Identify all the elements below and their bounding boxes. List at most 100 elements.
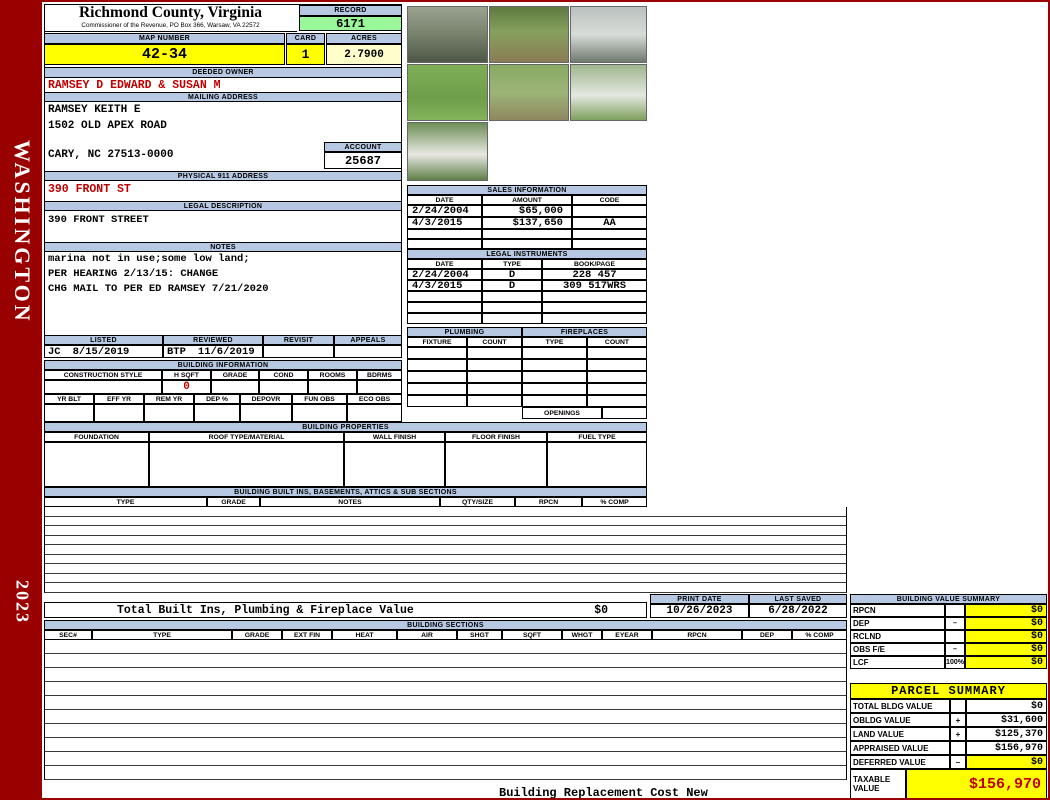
revisit-header: REVISIT bbox=[263, 335, 334, 345]
parcel-row-label: APPRAISED VALUE bbox=[850, 741, 950, 755]
legal-empty-cell bbox=[407, 291, 482, 302]
plumbing-col-fixture: FIXTURE bbox=[407, 337, 467, 347]
legal-col-type: TYPE bbox=[482, 259, 542, 269]
building-sections-empty-row bbox=[44, 654, 847, 668]
building-sections-empty-row bbox=[44, 682, 847, 696]
legal-empty-cell bbox=[407, 302, 482, 313]
deeded-owner-header: DEEDED OWNER bbox=[44, 67, 402, 78]
deeded-owner-name: RAMSEY D EDWARD & SUSAN M bbox=[48, 79, 221, 92]
taxable-value-amount: $156,970 bbox=[906, 769, 1047, 798]
bvs-row-label: RPCN bbox=[850, 604, 945, 617]
col-rooms: ROOMS bbox=[308, 370, 357, 380]
bi-col-qty: QTY/SIZE bbox=[440, 497, 515, 507]
notes-header: NOTES bbox=[44, 242, 402, 252]
fireplaces-empty-cell bbox=[522, 395, 587, 407]
legal-empty-cell bbox=[407, 313, 482, 324]
rooms-value bbox=[308, 380, 357, 394]
bvs-row-label: OBS F/E bbox=[850, 643, 945, 656]
fireplaces-empty-cell bbox=[522, 383, 587, 395]
physical-address-value: 390 FRONT ST bbox=[48, 183, 131, 196]
parcel-row-value: $125,370 bbox=[966, 727, 1047, 741]
sales-col-date: DATE bbox=[407, 195, 482, 205]
mailing-line-1: RAMSEY KEITH E bbox=[48, 104, 141, 116]
last-saved-header: LAST SAVED bbox=[749, 594, 847, 604]
legal-empty-cell bbox=[542, 291, 647, 302]
bi-col-rpcn: RPCN bbox=[515, 497, 582, 507]
parcel-row-op bbox=[950, 741, 966, 755]
building-properties-header: BUILDING PROPERTIES bbox=[44, 422, 647, 432]
record-header: RECORD bbox=[299, 5, 402, 16]
built-ins-empty-row bbox=[44, 583, 847, 593]
mailing-address-header: MAILING ADDRESS bbox=[44, 92, 402, 102]
building-sections-empty-row bbox=[44, 752, 847, 766]
bs-col-eyear: EYEAR bbox=[602, 630, 652, 640]
plumbing-empty-cell bbox=[407, 347, 467, 359]
legal-empty-cell bbox=[542, 313, 647, 324]
col-rem-yr: REM YR bbox=[144, 394, 194, 404]
bs-col-heat: HEAT bbox=[332, 630, 397, 640]
building-value-summary-header: BUILDING VALUE SUMMARY bbox=[850, 594, 1047, 604]
legal-empty-cell bbox=[482, 291, 542, 302]
foundation-value bbox=[44, 442, 149, 487]
bvs-row-op bbox=[945, 630, 965, 643]
fireplaces-empty-cell bbox=[587, 359, 647, 371]
legal-description-value: 390 FRONT STREET bbox=[48, 214, 149, 226]
bdrms-value bbox=[357, 380, 402, 394]
parcel-row-value: $0 bbox=[966, 755, 1047, 769]
listed-value: JC 8/15/2019 bbox=[44, 345, 163, 358]
property-photo-6 bbox=[570, 64, 647, 121]
bvs-row-op: – bbox=[945, 617, 965, 630]
eff-yr-value bbox=[94, 404, 144, 422]
fireplaces-empty-cell bbox=[522, 359, 587, 371]
col-foundation: FOUNDATION bbox=[44, 432, 149, 442]
plumbing-empty-cell bbox=[407, 371, 467, 383]
built-ins-total-label: Total Built Ins, Plumbing & Fireplace Va… bbox=[117, 603, 414, 617]
listed-header: LISTED bbox=[44, 335, 163, 345]
revisit-value bbox=[263, 345, 334, 358]
print-date-header: PRINT DATE bbox=[650, 594, 749, 604]
bs-col-shgt: SHGT bbox=[457, 630, 502, 640]
col-fuel-type: FUEL TYPE bbox=[547, 432, 647, 442]
building-sections-empty-row bbox=[44, 696, 847, 710]
legal-row-book: 228 457 bbox=[542, 269, 647, 281]
fireplaces-empty-cell bbox=[587, 383, 647, 395]
physical-address-header: PHYSICAL 911 ADDRESS bbox=[44, 171, 402, 181]
parcel-row-label: DEFERRED VALUE bbox=[850, 755, 950, 769]
reviewed-date: 11/6/2019 bbox=[197, 345, 255, 358]
sales-col-amount: AMOUNT bbox=[482, 195, 572, 205]
sales-row-date: 2/24/2004 bbox=[407, 205, 482, 217]
fireplaces-empty-cell bbox=[587, 347, 647, 359]
built-ins-empty-row bbox=[44, 573, 847, 583]
built-ins-empty-row bbox=[44, 545, 847, 555]
plumbing-empty-cell bbox=[467, 371, 522, 383]
banner-year-label: 2023 bbox=[12, 580, 33, 624]
sales-row-amount: $65,000 bbox=[482, 205, 572, 217]
building-replacement-cost-label: Building Replacement Cost New bbox=[499, 786, 708, 800]
notes-line-1: marina not in use;some low land; bbox=[48, 253, 250, 265]
building-sections-header: BUILDING SECTIONS bbox=[44, 620, 847, 630]
col-dep-pct: DEP % bbox=[194, 394, 240, 404]
col-depovr: DEPOVR bbox=[240, 394, 292, 404]
plumbing-empty-cell bbox=[407, 395, 467, 407]
bvs-row-label: LCF bbox=[850, 656, 945, 669]
plumbing-empty-cell bbox=[467, 395, 522, 407]
legal-instruments-header: LEGAL INSTRUMENTS bbox=[407, 249, 647, 259]
building-information-header: BUILDING INFORMATION bbox=[44, 360, 402, 370]
eco-obs-value bbox=[347, 404, 402, 422]
bvs-row-value: $0 bbox=[965, 630, 1047, 643]
parcel-row-op: + bbox=[950, 727, 966, 741]
bs-col-grade: GRADE bbox=[232, 630, 282, 640]
parcel-row-label: LAND VALUE bbox=[850, 727, 950, 741]
legal-empty-cell bbox=[542, 302, 647, 313]
parcel-row-value: $156,970 bbox=[966, 741, 1047, 755]
legal-row-date: 2/24/2004 bbox=[407, 269, 482, 281]
building-sections-empty-row bbox=[44, 766, 847, 780]
listed-date: 8/15/2019 bbox=[72, 345, 130, 358]
parcel-row-label: OBLDG VALUE bbox=[850, 713, 950, 727]
map-number-value: 42-34 bbox=[44, 44, 285, 65]
col-eff-yr: EFF YR bbox=[94, 394, 144, 404]
openings-value bbox=[602, 407, 647, 419]
parcel-summary-header: PARCEL SUMMARY bbox=[850, 683, 1047, 699]
reviewed-value: BTP 11/6/2019 bbox=[163, 345, 263, 358]
legal-row-type: D bbox=[482, 280, 542, 292]
